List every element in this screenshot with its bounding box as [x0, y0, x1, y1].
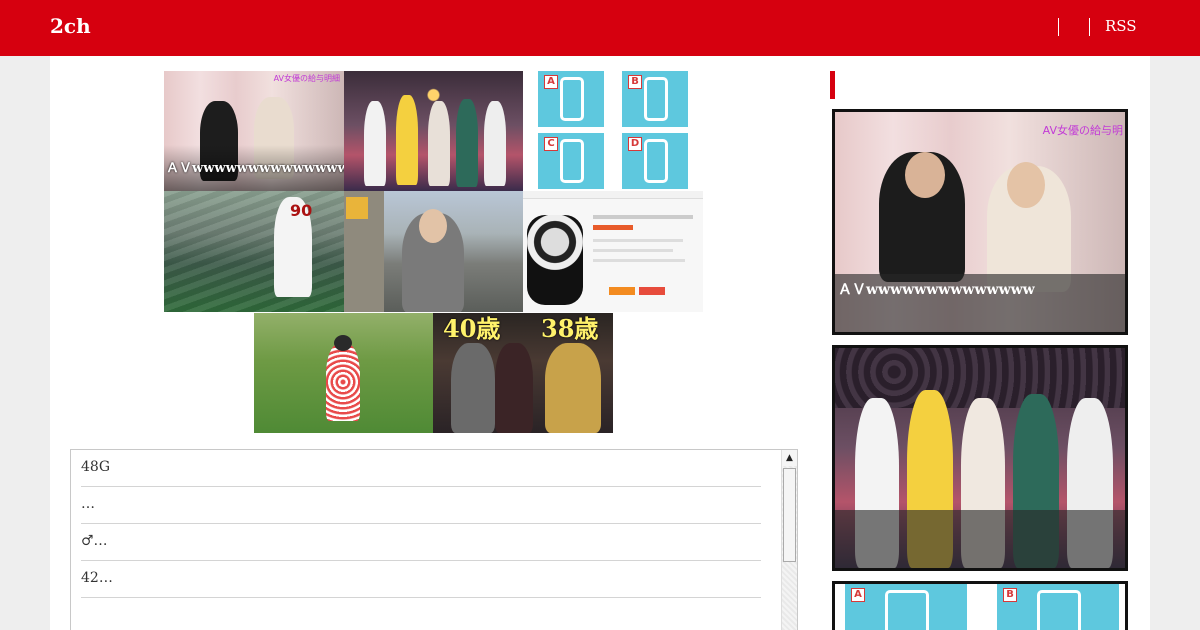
- nav-divider: [1089, 18, 1090, 36]
- list-item[interactable]: 48G: [81, 450, 761, 487]
- phone-icon: [1037, 590, 1081, 630]
- phone-icon: [885, 590, 929, 630]
- phone-icon: [560, 77, 584, 121]
- person-figure: [484, 101, 506, 186]
- person-figure: [451, 343, 495, 433]
- phone-icon: [644, 77, 668, 121]
- person-figure: [495, 343, 533, 433]
- thumbnail-link[interactable]: [344, 191, 523, 312]
- list-item[interactable]: ♂…: [81, 524, 761, 561]
- stadium-seats: [164, 191, 344, 312]
- text-line: [593, 215, 693, 219]
- thumbnail-link[interactable]: A B C D: [523, 71, 703, 191]
- panel-letter: C: [544, 137, 558, 151]
- phone-panel: C: [538, 133, 604, 189]
- site-logo[interactable]: 2ch: [50, 14, 91, 38]
- scrollbar-thumb[interactable]: [783, 468, 796, 562]
- buy-button: [609, 287, 635, 295]
- nav-divider: [1058, 18, 1059, 36]
- phone-panel: B: [622, 71, 688, 127]
- panel-letter: B: [628, 75, 642, 89]
- thumbnail-link[interactable]: 90: [164, 191, 344, 312]
- main-content: AV女優の給与明細 ＡＶwwwwwwwwwwwwww A B C D 90 40…: [50, 56, 1150, 630]
- sidebar-thumbnail-link[interactable]: AV女優の給与明 ＡＶwwwwwwwwwwwwww: [832, 109, 1128, 335]
- site-header: 2ch RSS: [0, 0, 1200, 56]
- sidebar-thumbnail-link[interactable]: A B: [832, 581, 1128, 630]
- scroll-up-arrow-icon[interactable]: ▲: [782, 450, 797, 466]
- text-line: [593, 249, 673, 252]
- rss-link[interactable]: RSS: [1105, 17, 1137, 35]
- face-shape: [905, 152, 945, 198]
- list-item-title[interactable]: ♂…: [81, 533, 108, 549]
- list-item[interactable]: 42…: [81, 561, 761, 598]
- thumbnail-caption: ＡＶwwwwwwwwwwwwww: [166, 161, 344, 176]
- phone-panel: D: [622, 133, 688, 189]
- panel-letter: A: [851, 588, 865, 602]
- jersey-number: 90: [290, 201, 313, 220]
- person-figure: [545, 343, 601, 433]
- person-figure: [396, 95, 418, 185]
- person-figure: [364, 101, 386, 186]
- age-label-left: 40歳: [443, 314, 501, 343]
- face-shape: [1007, 162, 1045, 208]
- caption-overlay: [835, 510, 1125, 568]
- thumbnail-link[interactable]: AV女優の給与明細 ＡＶwwwwwwwwwwwwww: [164, 71, 344, 191]
- thumbnail-tag: AV女優の給与明: [1042, 124, 1123, 137]
- phone-panel: A: [538, 71, 604, 127]
- face-shape: [419, 209, 447, 243]
- phone-icon: [644, 139, 668, 183]
- list-item-title[interactable]: …: [81, 496, 95, 512]
- phone-panel: A: [845, 584, 967, 630]
- head-shape: [334, 335, 352, 351]
- list-item-title[interactable]: 48G: [81, 459, 110, 475]
- thumbnail-link[interactable]: [344, 71, 523, 191]
- person-figure: [456, 99, 478, 187]
- price-tag: [593, 225, 633, 230]
- text-line: [593, 239, 683, 242]
- hoodie-image: [527, 215, 583, 305]
- person-figure: [326, 343, 360, 421]
- panel-letter: B: [1003, 588, 1017, 602]
- thread-list[interactable]: 48G … ♂… 42… ▲: [70, 449, 798, 630]
- list-item[interactable]: …: [81, 487, 761, 524]
- thumbnail-link[interactable]: [523, 191, 703, 312]
- phone-icon: [560, 139, 584, 183]
- sidebar-thumbnail-link[interactable]: [832, 345, 1128, 571]
- phone-panel: B: [997, 584, 1119, 630]
- scrollbar[interactable]: ▲: [781, 450, 797, 630]
- person-figure: [428, 101, 450, 186]
- thumbnail-tag: AV女優の給与明細: [273, 74, 340, 83]
- shop-toolbar: [523, 191, 703, 199]
- panel-letter: D: [628, 137, 642, 151]
- sidebar-caption: ＡＶwwwwwwwwwwwwww: [838, 282, 1035, 298]
- sidebar-heading-accent: [830, 71, 835, 99]
- thumbnail-link[interactable]: [254, 313, 433, 433]
- text-line: [593, 259, 685, 262]
- age-label-right: 38歳: [541, 314, 599, 343]
- sign-icon: [346, 197, 368, 219]
- panel-letter: A: [544, 75, 558, 89]
- list-item-title[interactable]: 42…: [81, 570, 113, 586]
- cart-button: [639, 287, 665, 295]
- thumbnail-link[interactable]: 40歳 38歳: [433, 313, 613, 433]
